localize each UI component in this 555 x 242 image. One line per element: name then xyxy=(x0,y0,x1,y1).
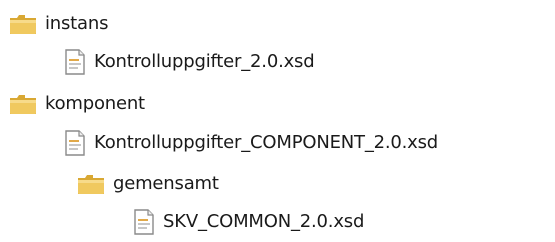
tree-item-file-kontrolluppgifter-component[interactable]: Kontrolluppgifter_COMPONENT_2.0.xsd xyxy=(64,127,438,159)
tree-item-label: Kontrolluppgifter_2.0.xsd xyxy=(94,51,315,72)
folder-icon xyxy=(77,172,105,196)
tree-item-label: komponent xyxy=(45,93,145,114)
tree-item-folder-komponent[interactable]: komponent xyxy=(9,88,145,120)
file-tree: instans Kontrolluppgifter_2.0.xsd kompon… xyxy=(0,0,555,242)
tree-item-label: Kontrolluppgifter_COMPONENT_2.0.xsd xyxy=(94,132,439,153)
tree-item-label: gemensamt xyxy=(113,173,219,194)
xsd-file-icon xyxy=(133,209,155,235)
tree-item-folder-instans[interactable]: instans xyxy=(9,8,108,40)
tree-item-file-skv-common[interactable]: SKV_COMMON_2.0.xsd xyxy=(133,206,364,238)
tree-item-label: SKV_COMMON_2.0.xsd xyxy=(163,211,365,232)
xsd-file-icon xyxy=(64,130,86,156)
tree-item-file-kontrolluppgifter[interactable]: Kontrolluppgifter_2.0.xsd xyxy=(64,46,315,78)
tree-item-label: instans xyxy=(45,13,109,34)
tree-item-folder-gemensamt[interactable]: gemensamt xyxy=(77,168,219,200)
folder-icon xyxy=(9,12,37,36)
folder-icon xyxy=(9,92,37,116)
xsd-file-icon xyxy=(64,49,86,75)
